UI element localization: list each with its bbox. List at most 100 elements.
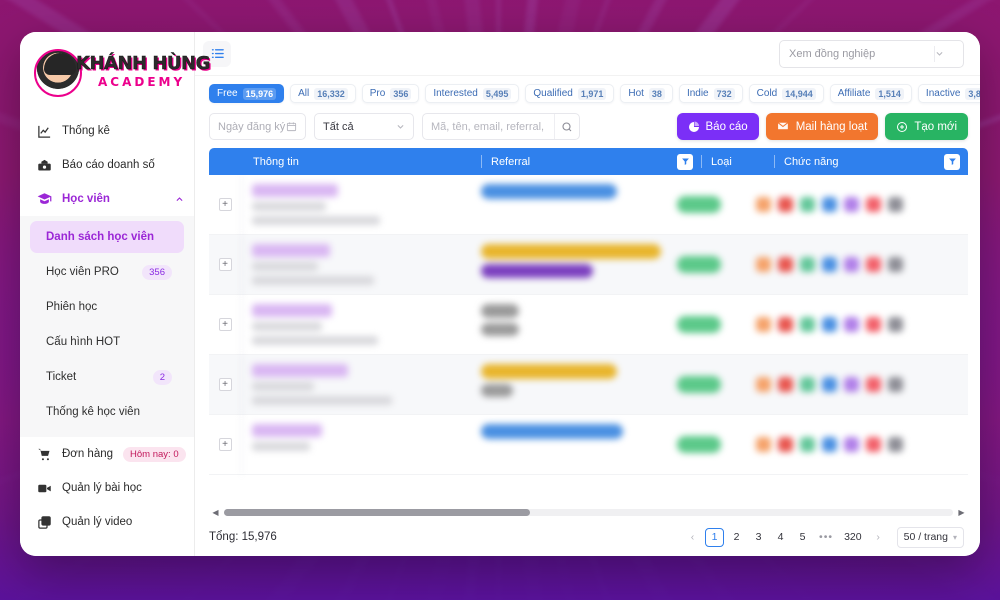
row-action-icon[interactable] (866, 257, 881, 272)
sidebar-item-bao-cao-doanh-so[interactable]: Báo cáo doanh số (20, 148, 194, 182)
plus-expand-icon[interactable]: + (218, 438, 232, 451)
row-action-icon[interactable] (822, 197, 837, 212)
table-row[interactable]: + (209, 415, 968, 475)
row-action-icon[interactable] (800, 437, 815, 452)
status-tab-qualified[interactable]: Qualified 1,971 (525, 84, 615, 103)
table-row[interactable]: + (209, 355, 968, 415)
row-action-icon[interactable] (778, 437, 793, 452)
row-action-icon[interactable] (778, 317, 793, 332)
row-action-icon[interactable] (822, 377, 837, 392)
pagination-page-last[interactable]: 320 (840, 528, 866, 547)
pagination-page-5[interactable]: 5 (793, 528, 812, 547)
sidebar-item-thong-ke[interactable]: Thống kê (20, 114, 194, 148)
row-action-icon[interactable] (866, 197, 881, 212)
row-action-icon[interactable] (822, 317, 837, 332)
row-action-icon[interactable] (756, 317, 771, 332)
sidebar-item-danh-sach-hoc-vien[interactable]: Danh sách học viên (30, 221, 184, 253)
brand-logo[interactable]: KHÁNH HÙNG ACADEMY (20, 32, 211, 110)
row-action-icon[interactable] (800, 377, 815, 392)
plus-expand-icon[interactable]: + (218, 198, 232, 211)
sidebar-item-ticket[interactable]: Ticket 2 (30, 361, 184, 393)
row-action-icon[interactable] (800, 197, 815, 212)
pagination-page-4[interactable]: 4 (771, 528, 790, 547)
bao-cao-button[interactable]: Báo cáo (676, 113, 759, 140)
row-action-icon[interactable] (844, 197, 859, 212)
tao-moi-button[interactable]: Tạo mới (885, 113, 968, 140)
plus-expand-icon[interactable]: + (218, 318, 232, 331)
sidebar-item-hoc-vien-pro[interactable]: Học viên PRO 356 (30, 256, 184, 288)
row-action-icon[interactable] (888, 257, 903, 272)
column-header-chuc-nang[interactable]: Chức năng (774, 148, 944, 175)
status-tab-cold[interactable]: Cold 14,944 (748, 84, 824, 103)
row-action-icon[interactable] (800, 257, 815, 272)
column-header-loai[interactable]: Loại (701, 148, 774, 175)
row-action-icon[interactable] (888, 197, 903, 212)
plus-expand-icon[interactable]: + (218, 378, 232, 391)
status-tab-inactive[interactable]: Inactive 3,844 (917, 84, 980, 103)
pagination-page-1[interactable]: 1 (705, 527, 725, 547)
sidebar-item-don-hang[interactable]: Đơn hàng Hôm nay: 0 (20, 437, 194, 471)
sidebar-item-phien-hoc[interactable]: Phiên học (30, 291, 184, 323)
sidebar-item-cau-hinh-hot[interactable]: Cấu hình HOT (30, 326, 184, 358)
mail-hang-loat-button[interactable]: Mail hàng loạt (765, 113, 879, 140)
chevron-up-icon[interactable] (175, 195, 184, 204)
row-action-icon[interactable] (778, 197, 793, 212)
pagination-page-3[interactable]: 3 (749, 528, 768, 547)
row-action-icon[interactable] (888, 317, 903, 332)
date-range-picker[interactable]: Ngày đăng ký (209, 113, 306, 140)
chevron-right-icon[interactable]: ▶ (957, 508, 966, 517)
scrollbar-track[interactable] (224, 509, 953, 516)
table-row[interactable]: + (209, 295, 968, 355)
per-page-select[interactable]: 50 / trang ▾ (896, 526, 964, 548)
column-header-referral[interactable]: Referral (481, 148, 677, 175)
status-tab-interested[interactable]: Interested 5,495 (425, 84, 520, 103)
row-action-icon[interactable] (756, 377, 771, 392)
status-tab-pro[interactable]: Pro 356 (361, 84, 420, 103)
row-action-icon[interactable] (844, 377, 859, 392)
search-field[interactable] (422, 113, 580, 140)
pagination-prev-button[interactable]: ‹ (683, 528, 702, 547)
status-tab-indie[interactable]: Indie 732 (678, 84, 743, 103)
row-action-icon[interactable] (822, 437, 837, 452)
chevron-left-icon[interactable]: ◀ (211, 508, 220, 517)
status-tab-all[interactable]: All 16,332 (290, 84, 356, 103)
referral-filter-button[interactable] (677, 148, 701, 175)
row-action-icon[interactable] (844, 257, 859, 272)
row-action-icon[interactable] (844, 317, 859, 332)
sidebar-item-thong-ke-hoc-vien[interactable]: Thống kê học viên (30, 396, 184, 428)
scrollbar-thumb[interactable] (224, 509, 531, 516)
status-tab-hot[interactable]: Hot 38 (620, 84, 673, 103)
column-header-thong-tin[interactable]: Thông tin (209, 148, 481, 175)
row-referral-cell (481, 415, 677, 474)
row-action-icon[interactable] (866, 437, 881, 452)
plus-expand-icon[interactable]: + (218, 258, 232, 271)
status-tab-affiliate[interactable]: Affiliate 1,514 (829, 84, 912, 103)
row-action-icon[interactable] (866, 317, 881, 332)
row-action-icon[interactable] (756, 437, 771, 452)
sidebar-item-quan-ly-video[interactable]: Quản lý video (20, 505, 194, 539)
pagination-next-button[interactable]: › (869, 528, 888, 547)
row-action-icon[interactable] (778, 257, 793, 272)
row-name-redacted (252, 184, 338, 197)
sidebar-item-hoc-vien[interactable]: Học viên (20, 182, 194, 216)
status-tab-free[interactable]: Free 15,976 (209, 84, 285, 103)
type-select[interactable]: Tất cả (314, 113, 414, 140)
row-action-icon[interactable] (888, 437, 903, 452)
row-action-icon[interactable] (888, 377, 903, 392)
pagination-page-2[interactable]: 2 (727, 528, 746, 547)
row-action-icon[interactable] (822, 257, 837, 272)
row-action-icon[interactable] (756, 197, 771, 212)
row-action-icon[interactable] (844, 437, 859, 452)
table-row[interactable]: + (209, 235, 968, 295)
row-action-icon[interactable] (756, 257, 771, 272)
sidebar-item-quan-ly-bai-hoc[interactable]: Quản lý bài học (20, 471, 194, 505)
row-action-icon[interactable] (866, 377, 881, 392)
colleague-select[interactable]: Xem đồng nghiệp (779, 39, 964, 68)
row-action-icon[interactable] (800, 317, 815, 332)
horizontal-scrollbar[interactable]: ◀ ▶ (209, 507, 968, 518)
row-action-icon[interactable] (778, 377, 793, 392)
search-input[interactable] (423, 120, 555, 133)
search-icon[interactable] (554, 114, 579, 139)
chuc-nang-filter-button[interactable] (944, 148, 968, 175)
table-row[interactable]: + (209, 175, 968, 235)
